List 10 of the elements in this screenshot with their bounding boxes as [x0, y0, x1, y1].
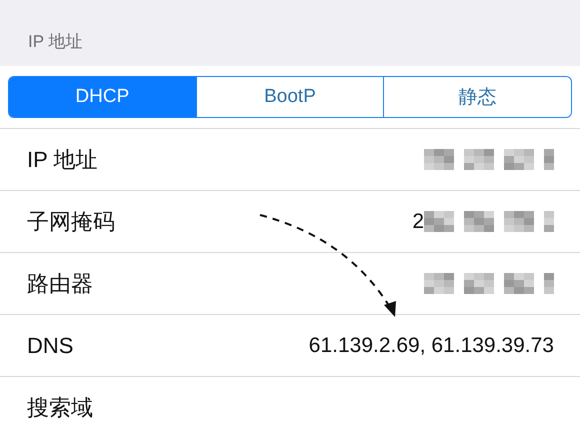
- row-label: IP 地址: [27, 146, 98, 174]
- row-label: DNS: [27, 332, 74, 358]
- row-value: 61.139.2.69, 61.139.39.73: [308, 334, 554, 358]
- segment-tab[interactable]: 静态: [383, 77, 571, 117]
- row-label: 路由器: [27, 270, 93, 298]
- row-label: 搜索域: [27, 394, 93, 422]
- section-header: IP 地址: [28, 31, 82, 53]
- row-label: 子网掩码: [27, 208, 115, 236]
- segment-tab[interactable]: DHCP: [9, 77, 196, 117]
- row-value: 2: [412, 210, 424, 234]
